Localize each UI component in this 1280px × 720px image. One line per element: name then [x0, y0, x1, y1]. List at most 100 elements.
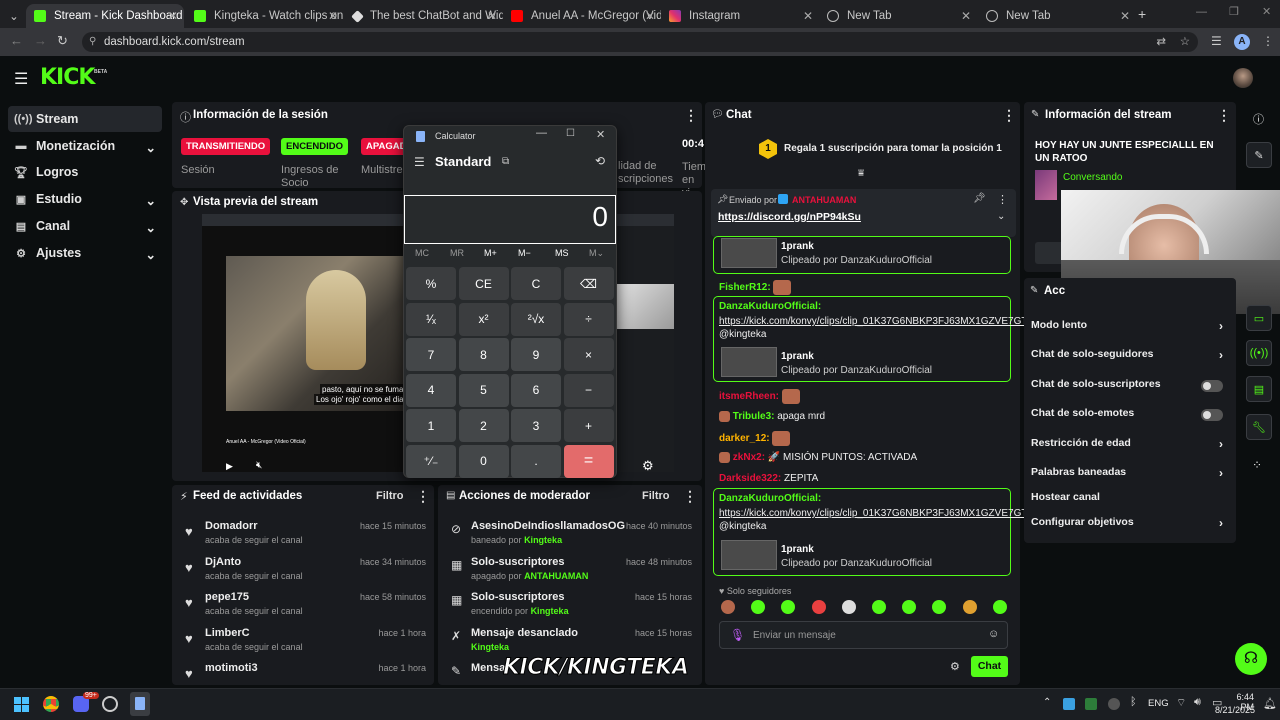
maximize-icon[interactable]: ☐ [566, 128, 575, 139]
microphone-icon[interactable]: 🎙︎ [730, 628, 745, 642]
sidebar-item-channel[interactable]: ▤ Canal ⌄ [8, 213, 162, 239]
chat-username[interactable]: DanzaKuduroOfficial: [719, 301, 821, 312]
calc-key-multiply[interactable]: × [563, 338, 614, 371]
back-icon[interactable]: ← [10, 33, 23, 48]
sidebar-item-stream[interactable]: ((•)) Stream [8, 106, 162, 132]
calc-key-clear-entry[interactable]: CE [458, 267, 509, 300]
tab-chatbot[interactable]: The best ChatBot and Widgets✕ [345, 4, 503, 28]
tray-app-icon[interactable] [1063, 698, 1075, 710]
pinned-user[interactable]: ANTAHUAMAN [792, 195, 856, 205]
calc-key-four[interactable]: 4 [406, 373, 456, 407]
reload-icon[interactable]: ↻ [57, 33, 68, 49]
calc-key-three[interactable]: 3 [511, 409, 561, 442]
user-avatar[interactable] [1233, 68, 1253, 88]
clip-link[interactable]: https://kick.com/konvy/clips/clip_01K37G… [719, 316, 1027, 327]
gear-icon[interactable]: ⚙ [642, 458, 654, 472]
windows-start-icon[interactable] [14, 697, 29, 712]
calc-key-equals[interactable]: = [563, 444, 614, 478]
minimize-icon[interactable]: — [1196, 6, 1207, 18]
stream-category[interactable]: Conversando [1063, 172, 1122, 183]
chrome-icon[interactable] [43, 696, 59, 712]
calc-key-eight[interactable]: 8 [458, 338, 509, 371]
setting-host-channel[interactable]: Hostear canal [1031, 491, 1227, 509]
mem-store-button[interactable]: MS [555, 248, 569, 258]
subscribers-only-toggle[interactable] [1201, 380, 1223, 392]
site-info-icon[interactable]: ⚲ [89, 32, 96, 52]
close-icon[interactable]: ✕ [487, 9, 497, 23]
calc-key-plus[interactable]: + [563, 409, 614, 442]
stream-info-menu-icon[interactable]: ⋮ [1217, 107, 1231, 124]
emote-icon[interactable] [992, 600, 1007, 614]
pinned-link[interactable]: https://discord.gg/nPP94kSu [718, 211, 861, 223]
play-icon[interactable]: ▶ [226, 461, 233, 472]
setting-slow-mode[interactable]: Modo lento › [1031, 319, 1227, 337]
hamburger-menu-icon[interactable]: ☰ [14, 69, 28, 89]
calc-key-clear[interactable]: C [511, 267, 561, 300]
notification-bell-icon[interactable]: 🔔︎ [1263, 697, 1277, 710]
close-icon[interactable]: ✕ [328, 9, 338, 23]
mem-subtract-button[interactable]: M− [518, 248, 531, 258]
clip-link[interactable]: https://kick.com/konvy/clips/clip_01K37G… [719, 508, 1027, 519]
new-tab-button[interactable]: + [1138, 6, 1146, 22]
tab-search-icon[interactable]: ☰ [1211, 34, 1222, 48]
mem-clear-button[interactable]: MC [415, 248, 429, 258]
info-icon[interactable]: ⓘ [1253, 111, 1264, 127]
scroll-down-icon[interactable]: ⩸ [858, 168, 864, 179]
tab-kingteka-clips[interactable]: Kingteka - Watch clips on Kick✕ [186, 4, 344, 28]
forward-icon[interactable]: → [34, 33, 47, 48]
minimize-icon[interactable]: — [536, 127, 547, 139]
pin-toggle-icon[interactable]: 📌︎ [973, 193, 986, 204]
calc-key-percent[interactable]: % [406, 267, 456, 300]
calc-key-backspace[interactable]: ⌫ [563, 267, 614, 300]
url-input[interactable]: ⚲ dashboard.kick.com/stream ⇄ ☆ [82, 32, 1198, 52]
chat-settings-icon[interactable]: ⚙ [950, 660, 960, 673]
browser-menu-icon[interactable]: ⋮ [1262, 34, 1274, 48]
close-icon[interactable]: ✕ [645, 9, 655, 23]
edit-rail-button[interactable]: ✎ [1246, 142, 1272, 168]
setting-age-restriction[interactable]: Restricción de edad › [1031, 437, 1227, 455]
profile-avatar[interactable]: A [1234, 34, 1250, 50]
feed-menu-icon[interactable]: ⋮ [416, 488, 430, 505]
kick-logo[interactable]: KICK [40, 65, 95, 90]
chevron-down-icon[interactable]: ⌄ [997, 211, 1005, 222]
emoji-picker-icon[interactable]: ☺ [988, 628, 999, 640]
emote-icon[interactable] [721, 600, 735, 614]
calc-key-one[interactable]: 1 [406, 409, 456, 442]
calc-key-divide[interactable]: ÷ [563, 302, 614, 336]
feed-filter-button[interactable]: Filtro [376, 490, 404, 502]
translate-icon[interactable]: ⇄ [1156, 32, 1166, 52]
mem-add-button[interactable]: M+ [484, 248, 497, 258]
close-icon[interactable]: ✕ [961, 9, 971, 23]
language-indicator[interactable]: ENG [1148, 698, 1169, 709]
mute-icon[interactable]: 🔇︎ [256, 460, 262, 471]
chat-send-button[interactable]: Chat [971, 656, 1008, 677]
setting-banned-words[interactable]: Palabras baneadas › [1031, 466, 1227, 484]
clock-date[interactable]: 8/21/2025 [1213, 705, 1255, 715]
setting-followers-only[interactable]: Chat de solo-seguidores › [1031, 348, 1227, 366]
chat-username[interactable]: DanzaKuduroOfficial: [719, 493, 821, 504]
calc-key-nine[interactable]: 9 [511, 338, 561, 371]
support-chat-button[interactable]: ☊ [1235, 643, 1267, 675]
calc-key-reciprocal[interactable]: ¹⁄ₓ [406, 302, 456, 336]
setting-emotes-only[interactable]: Chat de solo-emotes [1031, 407, 1227, 425]
tab-search-button[interactable]: ⌄ [4, 4, 24, 28]
calc-key-five[interactable]: 5 [458, 373, 509, 407]
pinned-menu-icon[interactable]: ⋮ [997, 193, 1008, 206]
chevron-up-icon[interactable]: ⌃ [1043, 697, 1051, 708]
close-window-icon[interactable]: ✕ [1262, 5, 1271, 18]
volume-icon[interactable]: 🔊︎ [1194, 696, 1201, 709]
mem-list-button[interactable]: M⌄ [589, 248, 604, 259]
calc-key-decimal[interactable]: . [511, 444, 561, 478]
mod-filter-button[interactable]: Filtro [642, 490, 670, 502]
calc-key-two[interactable]: 2 [458, 409, 509, 442]
broadcast-rail-button[interactable]: ((•)) [1246, 340, 1272, 366]
mem-recall-button[interactable]: MR [450, 248, 464, 258]
mod-menu-icon[interactable]: ⋮ [683, 488, 697, 505]
emote-icon[interactable] [811, 600, 826, 614]
setting-goals[interactable]: Configurar objetivos › [1031, 516, 1227, 534]
calc-key-negate[interactable]: ⁺⁄₋ [406, 444, 456, 478]
emotes-only-toggle[interactable] [1201, 409, 1223, 421]
close-icon[interactable]: ✕ [168, 9, 178, 23]
chat-menu-icon[interactable]: ⋮ [1002, 107, 1016, 124]
tab-kick-dashboard[interactable]: Stream - Kick Dashboard ✕ [26, 4, 184, 28]
